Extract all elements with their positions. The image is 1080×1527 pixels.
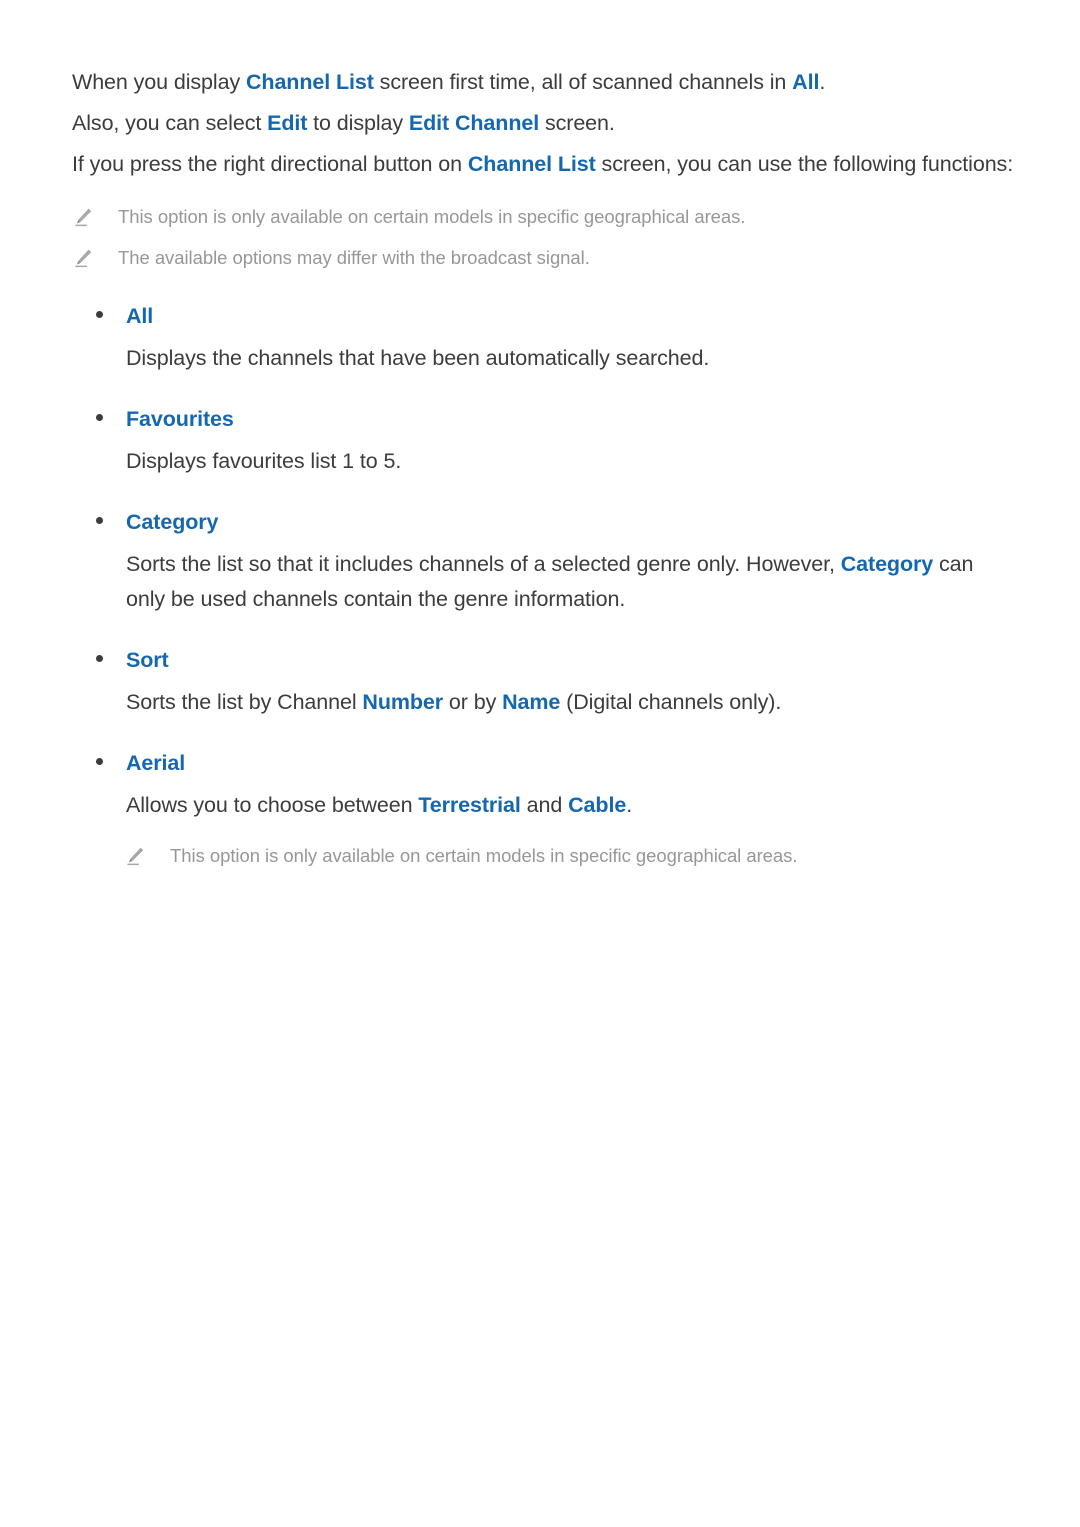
option-title[interactable]: Aerial [126,746,185,780]
text-run: Displays the channels that have been aut… [126,346,710,370]
option-item: All Displays the channels that have been … [72,299,1008,376]
highlighted-term[interactable]: Channel List [246,70,374,94]
note-row: This option is only available on certain… [72,202,1008,232]
highlighted-term[interactable]: Channel List [468,152,596,176]
highlighted-term[interactable]: Edit Channel [409,111,539,135]
text-run: or by [443,690,503,714]
option-heading[interactable]: Aerial [96,746,1008,780]
text-run: Allows you to choose between [126,793,419,817]
text-run: screen. [539,111,615,135]
text-run: and [520,793,569,817]
text-run: Sorts the list by Channel [126,690,363,714]
bullet-dot-icon [96,414,103,421]
option-heading[interactable]: Sort [96,643,1008,677]
highlighted-term[interactable]: Edit [267,111,307,135]
text-run: (Digital channels only). [560,690,782,714]
pencil-icon [124,845,146,867]
top-notes-block: This option is only available on certain… [72,202,1008,273]
option-description: Displays the channels that have been aut… [126,341,1008,376]
note-row: The available options may differ with th… [72,243,1008,273]
intro-paragraph: Also, you can select Edit to display Edi… [72,103,1008,144]
bullet-dot-icon [96,758,103,765]
option-description: Displays favourites list 1 to 5. [126,444,1008,479]
options-list: All Displays the channels that have been … [72,299,1008,871]
note-text: This option is only available on certain… [118,206,746,227]
text-run: to display [307,111,409,135]
option-title[interactable]: Category [126,505,219,539]
bullet-dot-icon [96,655,103,662]
option-item: Category Sorts the list so that it includ… [72,505,1008,617]
intro-paragraph: If you press the right directional butto… [72,144,1013,185]
bullet-dot-icon [96,517,103,524]
highlighted-term[interactable]: Number [362,690,443,714]
bullet-dot-icon [96,311,103,318]
option-item: Aerial Allows you to choose between Terre… [72,746,1008,871]
highlighted-term[interactable]: Terrestrial [418,793,521,817]
text-run: Displays favourites list 1 to 5. [126,449,402,473]
option-description: Allows you to choose between Terrestrial… [126,788,1008,823]
document-page: When you display Channel List screen fir… [0,0,1080,1527]
option-heading[interactable]: All [96,299,1008,333]
option-description: Sorts the list so that it includes chann… [126,547,1008,617]
option-heading[interactable]: Category [96,505,1008,539]
intro-paragraph: When you display Channel List screen fir… [72,62,1008,103]
option-title[interactable]: Sort [126,643,169,677]
option-item: Sort Sorts the list by Channel Number or … [72,643,1008,720]
highlighted-term[interactable]: Cable [568,793,626,817]
text-run: Also, you can select [72,111,268,135]
option-heading[interactable]: Favourites [96,402,1008,436]
text-run: . [819,70,826,94]
highlighted-term[interactable]: Name [502,690,560,714]
text-run: If you press the right directional butto… [72,152,468,176]
note-row: This option is only available on certain… [124,841,1008,871]
option-item: Favourites Displays favourites list 1 to … [72,402,1008,479]
text-run: screen first time, all of scanned channe… [373,70,793,94]
option-title[interactable]: All [126,299,153,333]
highlighted-term[interactable]: Category [841,552,934,576]
pencil-icon [72,206,94,228]
pencil-icon [72,247,94,269]
text-run: Sorts the list so that it includes chann… [126,552,841,576]
intro-paragraph-block: When you display Channel List screen fir… [72,62,1013,185]
text-run: When you display [72,70,246,94]
highlighted-term[interactable]: All [792,70,819,94]
text-run: . [626,793,633,817]
option-description: Sorts the list by Channel Number or by N… [126,685,1008,720]
text-run: screen, you can use the following functi… [595,152,1014,176]
note-text: The available options may differ with th… [118,247,590,268]
note-text: This option is only available on certain… [170,845,798,866]
option-title[interactable]: Favourites [126,402,234,436]
